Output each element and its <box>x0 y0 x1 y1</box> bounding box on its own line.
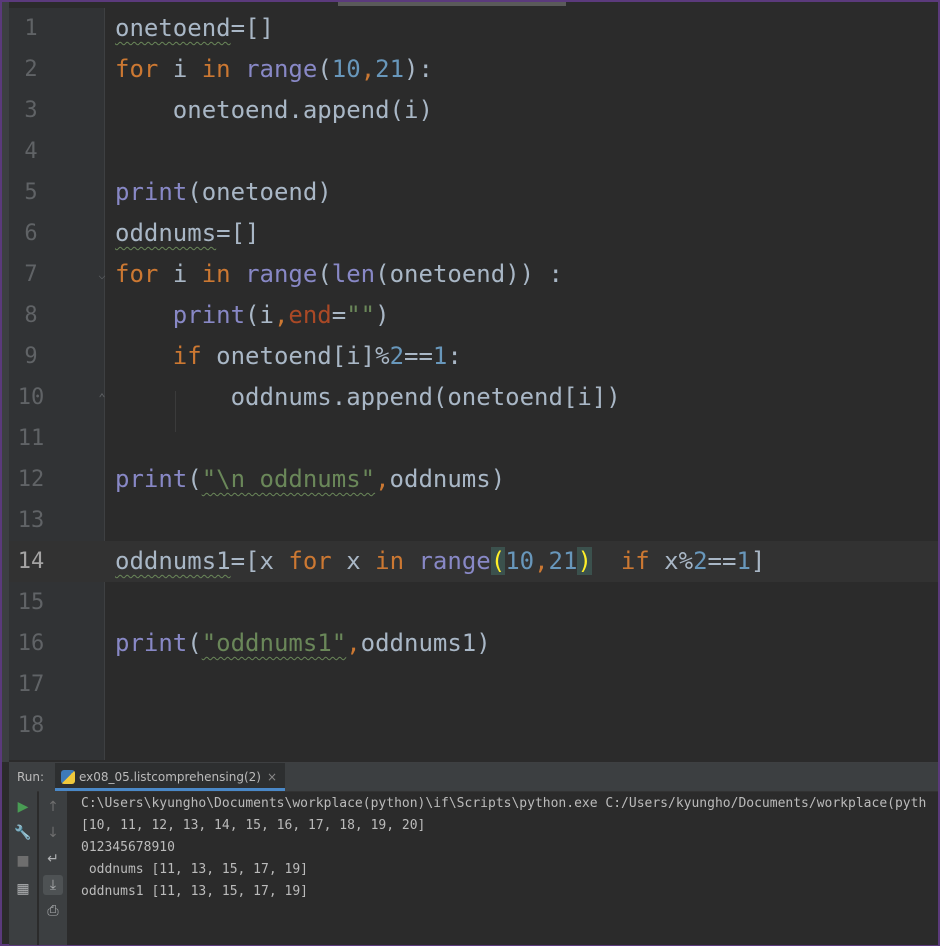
code-line[interactable]: 11 <box>9 418 938 459</box>
stop-icon[interactable]: ■ <box>13 851 33 871</box>
line-number: 16 <box>17 631 45 656</box>
line-number: 7 <box>24 262 38 287</box>
line-number: 1 <box>24 16 38 41</box>
code-line[interactable]: 13 <box>9 500 938 541</box>
run-toolbar-right: ↑ ↓ ↵ ⤓ ⎙ <box>39 791 67 945</box>
code-line[interactable]: 8 print(i,end="") <box>9 295 938 336</box>
console-line: C:\Users\kyungho\Documents\workplace(pyt… <box>81 796 927 811</box>
code-text: oddnums.append(onetoend[i]) <box>230 383 621 411</box>
code-line[interactable]: 10 ⌃ oddnums.append(onetoend[i]) <box>9 377 938 418</box>
line-number: 5 <box>24 180 38 205</box>
line-number: 13 <box>17 508 45 533</box>
code-line[interactable]: 6 oddnums=[] <box>9 213 938 254</box>
run-label: Run: <box>17 770 45 784</box>
code-line[interactable]: 9 if onetoend[i]%2==1: <box>9 336 938 377</box>
code-text: if onetoend[i]%2==1: <box>172 342 462 370</box>
close-icon[interactable]: × <box>267 770 277 784</box>
layout-icon[interactable]: ▦ <box>13 879 33 899</box>
code-line[interactable]: 7 ⌵ for i in range(len(onetoend)) : <box>9 254 938 295</box>
code-line[interactable]: 2 for i in range(10,21): <box>9 49 938 90</box>
code-text: print(onetoend) <box>115 178 332 206</box>
line-number: 12 <box>17 467 45 492</box>
soft-wrap-icon[interactable]: ↵ <box>43 849 63 869</box>
code-line[interactable]: 17 <box>9 664 938 705</box>
code-line[interactable]: 16 print("oddnums1",oddnums1) <box>9 623 938 664</box>
line-number: 18 <box>17 713 45 738</box>
line-number: 6 <box>24 221 38 246</box>
indent-guide <box>175 391 176 432</box>
code-line[interactable]: 15 <box>9 582 938 623</box>
line-number: 14 <box>17 549 45 574</box>
run-tab-bar: Run: ex08_05.listcomprehensing(2) × <box>9 763 938 792</box>
code-line[interactable]: 3 onetoend.append(i) <box>9 90 938 131</box>
horizontal-scroll-thumb[interactable] <box>338 2 566 6</box>
fold-collapse-icon[interactable]: ⌵ <box>95 268 109 282</box>
code-line[interactable]: 18 <box>9 705 938 746</box>
line-number: 2 <box>24 57 38 82</box>
code-line[interactable]: 5 print(onetoend) <box>9 172 938 213</box>
code-text: onetoend=[] <box>115 14 274 42</box>
code-line[interactable]: 12 print("\n oddnums",oddnums) <box>9 459 938 500</box>
line-number: 17 <box>17 672 45 697</box>
line-number: 15 <box>17 590 45 615</box>
console-output[interactable]: C:\Users\kyungho\Documents\workplace(pyt… <box>81 791 938 945</box>
console-line: oddnums [11, 13, 15, 17, 19] <box>81 862 308 877</box>
run-toolbar-left: ▶ 🔧 ■ ▦ <box>9 791 37 945</box>
code-editor[interactable]: 1 onetoend=[] 2 for i in range(10,21): 3… <box>9 8 938 760</box>
code-text: print("oddnums1",oddnums1) <box>115 629 491 657</box>
run-tab-title: ex08_05.listcomprehensing(2) <box>79 770 261 784</box>
code-text: oddnums=[] <box>115 219 260 247</box>
console-line: oddnums1 [11, 13, 15, 17, 19] <box>81 884 308 899</box>
scroll-to-end-icon[interactable]: ⤓ <box>43 875 63 895</box>
line-number: 9 <box>24 344 38 369</box>
code-line-current[interactable]: 14 oddnums1=[x for x in range(10,21) if … <box>9 541 938 582</box>
code-text: for i in range(len(onetoend)) : <box>115 260 563 288</box>
code-text: for i in range(10,21): <box>115 55 433 83</box>
console-line: 012345678910 <box>81 840 175 855</box>
line-number: 8 <box>24 303 38 328</box>
line-number: 3 <box>24 98 38 123</box>
code-text: onetoend.append(i) <box>172 96 433 124</box>
python-icon <box>61 770 75 784</box>
run-config-tab[interactable]: ex08_05.listcomprehensing(2) × <box>55 763 286 791</box>
code-text: print("\n oddnums",oddnums) <box>115 465 506 493</box>
run-tool-window: Run: ex08_05.listcomprehensing(2) × ▶ 🔧 ■… <box>9 762 938 945</box>
line-number: 4 <box>24 139 38 164</box>
line-number: 10 <box>17 385 45 410</box>
line-number: 11 <box>17 426 45 451</box>
code-text: oddnums1=[x for x in range(10,21) if x%2… <box>115 547 766 575</box>
code-line[interactable]: 1 onetoend=[] <box>9 8 938 49</box>
left-tool-strip <box>2 2 9 762</box>
print-icon[interactable]: ⎙ <box>43 901 63 921</box>
code-text: print(i,end="") <box>172 301 390 329</box>
code-line[interactable]: 4 <box>9 131 938 172</box>
console-line: [10, 11, 12, 13, 14, 15, 16, 17, 18, 19,… <box>81 818 426 833</box>
arrow-up-icon[interactable]: ↑ <box>43 797 63 817</box>
wrench-icon[interactable]: 🔧 <box>13 823 33 843</box>
play-icon[interactable]: ▶ <box>13 797 33 817</box>
fold-end-icon[interactable]: ⌃ <box>95 391 109 405</box>
arrow-down-icon[interactable]: ↓ <box>43 823 63 843</box>
